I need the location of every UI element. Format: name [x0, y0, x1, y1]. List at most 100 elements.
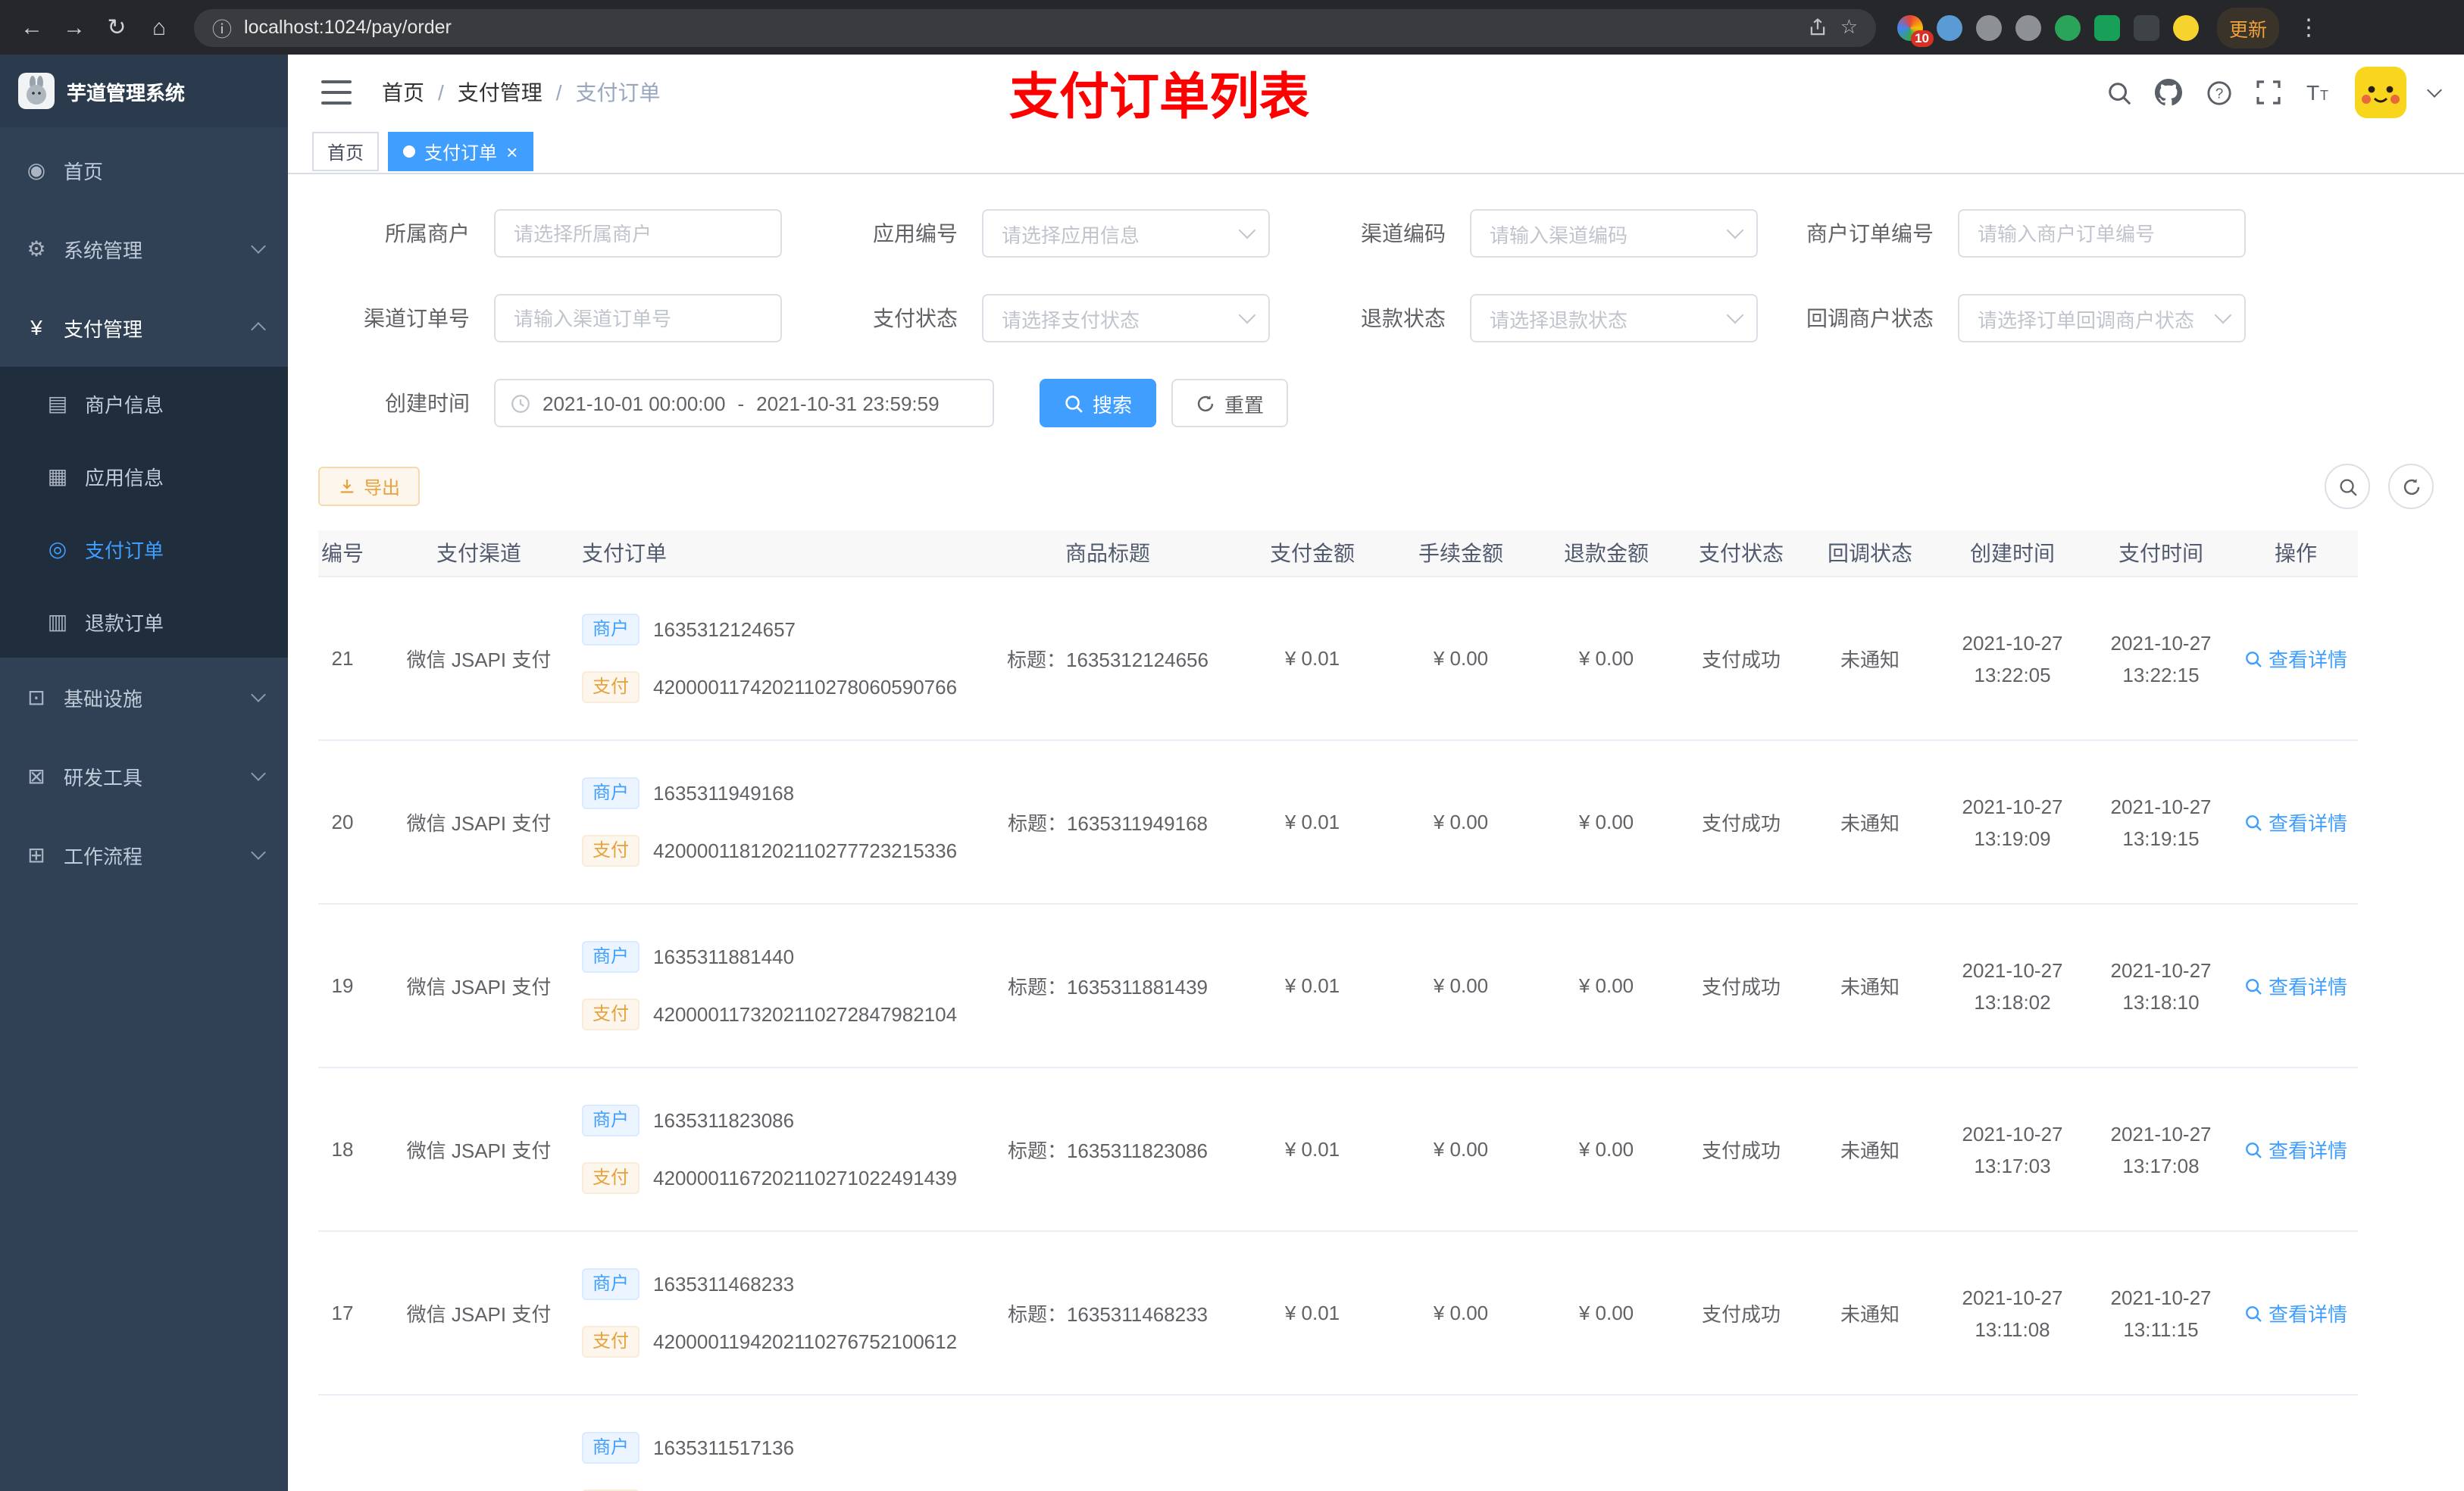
merchant-order-no-input[interactable] [1958, 209, 2246, 258]
refund-status-select[interactable]: 请选择退款状态 [1470, 294, 1758, 342]
sidebar-item-infrastructure[interactable]: ⊡ 基础设施 [0, 658, 288, 736]
page-title-annotation: 支付订单列表 [1009, 68, 1309, 124]
extension-icon-colorful[interactable]: 10 [1897, 14, 1934, 46]
view-detail-link[interactable]: 查看详情 [2244, 644, 2347, 673]
sidebar-item-system[interactable]: ⚙ 系统管理 [0, 209, 288, 288]
pay-tag: 支付 [582, 835, 640, 867]
extension-icon-blue[interactable] [1937, 14, 1962, 40]
active-dot-icon [403, 145, 416, 158]
view-detail-link[interactable]: 查看详情 [2244, 808, 2347, 836]
extension-icon-gray-2[interactable] [2015, 14, 2041, 40]
merchant-tag: 商户 [582, 777, 640, 809]
breadcrumb-section[interactable]: 支付管理 [458, 77, 543, 108]
product-title: 标题：1635312124656 [1007, 649, 1209, 671]
view-detail-label: 查看详情 [2268, 976, 2347, 999]
sidebar-toggle-icon[interactable] [321, 80, 352, 105]
chevron-down-icon [1726, 306, 1744, 324]
view-detail-link[interactable]: 查看详情 [2244, 971, 2347, 1000]
browser-reload-icon[interactable]: ↻ [97, 8, 136, 47]
sidebar-item-label: 系统管理 [64, 239, 143, 261]
sidebar-item-devtool[interactable]: ⊠ 研发工具 [0, 736, 288, 815]
tab-close-icon[interactable]: × [506, 142, 518, 161]
order-id: 20 [331, 811, 354, 833]
search-icon[interactable] [2105, 79, 2132, 106]
share-icon[interactable] [1809, 17, 1828, 37]
app-logo[interactable]: 芋道管理系统 [0, 55, 288, 127]
pay-date: 2021-10-27 [2110, 1122, 2212, 1145]
sidebar-item-home[interactable]: ◉ 首页 [0, 130, 288, 209]
font-size-icon[interactable]: TT [2305, 79, 2332, 106]
address-bar[interactable]: ⓘ localhost:1024/pay/order ☆ [194, 8, 1876, 46]
filter-label-pay-status: 支付状态 [873, 306, 958, 330]
notify-status: 未通知 [1840, 1139, 1900, 1162]
pay-amount: ¥ 0.01 [1284, 974, 1340, 997]
sidebar-item-label: 基础设施 [64, 687, 143, 710]
date-start-value[interactable]: 2021-10-01 00:00:00 [543, 392, 725, 414]
export-button[interactable]: 导出 [318, 467, 421, 506]
document-icon: ▥ [47, 608, 68, 633]
pay-status-select[interactable]: 请选择支付状态 [982, 294, 1270, 342]
sidebar-item-payment[interactable]: ¥ 支付管理 [0, 288, 288, 367]
user-avatar[interactable] [2355, 67, 2406, 118]
channel-pay-no: 4200001167202110271022491439 [653, 1167, 958, 1189]
zoom-toggle-button[interactable] [2325, 464, 2370, 509]
channel-code-select[interactable]: 请输入渠道编码 [1470, 209, 1758, 258]
merchant-tag: 商户 [582, 941, 640, 973]
pay-status: 支付成功 [1701, 1139, 1781, 1162]
breadcrumb-home[interactable]: 首页 [382, 77, 424, 108]
fullscreen-icon[interactable] [2255, 79, 2282, 106]
extension-icon-puzzle[interactable] [2134, 14, 2159, 40]
sidebar-item-refund-order[interactable]: ▥ 退款订单 [0, 585, 288, 658]
browser-update-button[interactable]: 更新 [2217, 7, 2280, 48]
fee-amount: ¥ 0.00 [1433, 974, 1489, 997]
sidebar-item-app-info[interactable]: ▦ 应用信息 [0, 439, 288, 512]
github-icon[interactable] [2155, 79, 2182, 106]
help-icon[interactable]: ? [2205, 79, 2232, 106]
extension-icon-vue-devtools[interactable] [2055, 14, 2081, 40]
merchant-input[interactable] [494, 209, 782, 258]
create-time: 13:18:02 [1974, 990, 2051, 1013]
create-time-range-picker[interactable]: 2021-10-01 00:00:00 - 2021-10-31 23:59:5… [494, 379, 994, 427]
browser-forward-icon[interactable]: → [55, 8, 94, 47]
merchant-tag: 商户 [582, 1268, 640, 1300]
table-row-partial: 商户1635311517136 支付 [318, 1395, 2358, 1491]
breadcrumb-current: 支付订单 [575, 80, 661, 105]
filter-label-merchant: 所属商户 [385, 221, 470, 245]
screen: ← → ↻ ⌂ ⓘ localhost:1024/pay/order ☆ 10 … [0, 0, 2464, 1491]
search-button[interactable]: 搜索 [1040, 379, 1157, 427]
tab-home[interactable]: 首页 [312, 132, 380, 171]
refresh-button[interactable] [2388, 464, 2434, 509]
extension-icon-chat[interactable] [2094, 14, 2120, 40]
bookmark-star-icon[interactable]: ☆ [1840, 15, 1858, 39]
channel-order-no-input[interactable] [494, 294, 782, 342]
app-select[interactable]: 请选择应用信息 [982, 209, 1270, 258]
extension-icon-gray-1[interactable] [1976, 14, 2002, 40]
browser-menu-icon[interactable]: ⋮ [2291, 14, 2326, 41]
url-text[interactable]: localhost:1024/pay/order [244, 17, 452, 38]
merchant-tag: 商户 [582, 614, 640, 645]
tab-label: 首页 [327, 142, 364, 163]
reset-button[interactable]: 重置 [1171, 379, 1289, 427]
filter-label-merchant-order-no: 商户订单编号 [1806, 221, 1934, 245]
tab-pay-order[interactable]: 支付订单 × [388, 132, 533, 171]
view-detail-link[interactable]: 查看详情 [2244, 1299, 2347, 1327]
sidebar-item-merchant-info[interactable]: ▤ 商户信息 [0, 367, 288, 439]
app-title: 芋道管理系统 [67, 81, 186, 104]
browser-back-icon[interactable]: ← [12, 8, 52, 47]
sidebar-item-workflow[interactable]: ⊞ 工作流程 [0, 815, 288, 894]
site-info-icon[interactable]: ⓘ [212, 13, 232, 42]
col-refund: 退款金额 [1534, 530, 1679, 577]
view-detail-label: 查看详情 [2268, 812, 2347, 835]
browser-home-icon[interactable]: ⌂ [139, 8, 179, 47]
pay-status: 支付成功 [1701, 649, 1781, 671]
pay-channel: 微信 JSAPI 支付 [406, 649, 552, 671]
date-end-value[interactable]: 2021-10-31 23:59:59 [756, 392, 939, 414]
sidebar-item-pay-order[interactable]: ◎ 支付订单 [0, 512, 288, 585]
callback-status-select[interactable]: 请选择订单回调商户状态 [1958, 294, 2246, 342]
pay-time: 13:19:15 [2122, 827, 2200, 849]
avatar-dropdown-caret-icon[interactable] [2427, 82, 2442, 97]
pay-tag: 支付 [582, 671, 640, 703]
browser-profile-avatar[interactable] [2173, 14, 2199, 40]
view-detail-link[interactable]: 查看详情 [2244, 1135, 2347, 1164]
order-id: 19 [331, 974, 354, 997]
